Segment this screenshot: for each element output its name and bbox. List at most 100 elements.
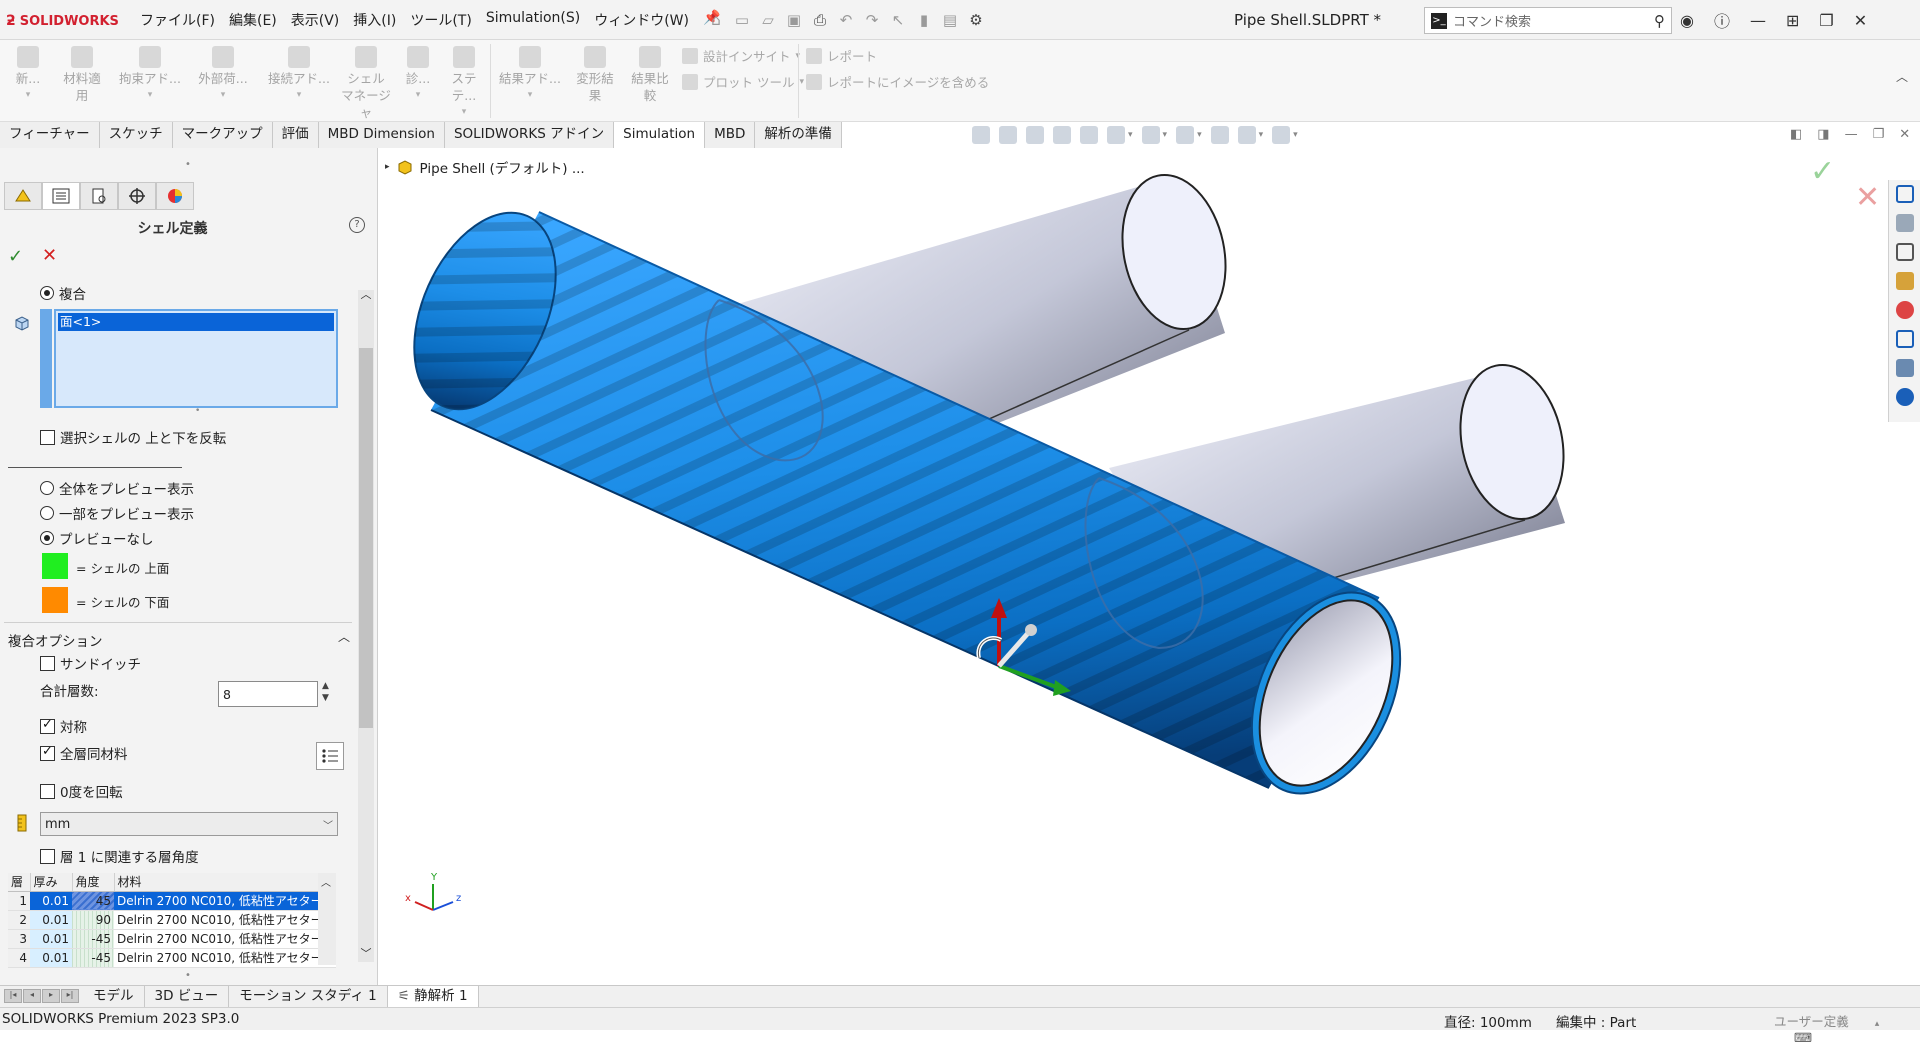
apply-material-button[interactable]: 材料適 用 bbox=[56, 46, 108, 104]
prev-tab-icon[interactable]: ◂ bbox=[23, 989, 41, 1003]
tile-windows-icon[interactable]: ⊞ bbox=[1786, 11, 1799, 30]
total-layers-spinner[interactable]: ▲ ▼ bbox=[322, 680, 329, 704]
user-account-icon[interactable]: ◉ bbox=[1680, 11, 1694, 30]
diagnostics-button[interactable]: 診... ▾ bbox=[398, 46, 438, 104]
external-loads-button[interactable]: 外部荷... ▾ bbox=[190, 46, 256, 104]
table-row[interactable]: 2 0.01 90 Delrin 2700 NC010, 低粘性アセタール bbox=[8, 910, 336, 930]
menu-simulation[interactable]: Simulation(S) bbox=[486, 10, 580, 30]
select-arrow-icon[interactable]: ↖ bbox=[888, 10, 908, 30]
window-right-icon[interactable]: ◨ bbox=[1817, 127, 1829, 142]
menu-view[interactable]: 表示(V) bbox=[291, 10, 340, 30]
view-settings-icon[interactable] bbox=[1272, 126, 1291, 144]
home-icon[interactable]: ⌂ bbox=[706, 10, 726, 30]
listbox-resize-grip[interactable]: • bbox=[195, 406, 200, 416]
angle-relative-checkbox[interactable]: 層 1 に関連する層角度 bbox=[40, 846, 199, 866]
tab-dimxpert[interactable] bbox=[118, 182, 156, 210]
next-tab-icon[interactable]: ▸ bbox=[42, 989, 60, 1003]
design-insight-button[interactable]: 設計インサイト▾ bbox=[682, 46, 800, 65]
search-icon[interactable]: ⚲ bbox=[1654, 12, 1665, 30]
tab-displaymanager[interactable] bbox=[156, 182, 194, 210]
3dexperience-icon[interactable] bbox=[1895, 388, 1914, 406]
tab-model[interactable]: モデル bbox=[83, 986, 145, 1007]
last-tab-icon[interactable]: ▸| bbox=[61, 989, 79, 1003]
section-view-icon[interactable] bbox=[1053, 126, 1071, 144]
hide-show-items-icon[interactable] bbox=[1176, 126, 1195, 144]
flip-shell-checkbox[interactable]: 選択シェルの 上と下を反転 bbox=[40, 427, 226, 447]
collapse-section-icon[interactable]: ︿ bbox=[338, 628, 350, 645]
composite-options-header[interactable]: 複合オプション bbox=[8, 630, 103, 650]
report-button[interactable]: レポート bbox=[806, 46, 877, 65]
tab-3d-view[interactable]: 3D ビュー bbox=[145, 986, 230, 1007]
doc-restore-button[interactable]: ❐ bbox=[1873, 127, 1885, 142]
view-palette-icon[interactable] bbox=[1895, 272, 1914, 290]
custom-properties-icon[interactable] bbox=[1895, 330, 1914, 348]
table-row[interactable]: 1 0.01 45 Delrin 2700 NC010, 低粘性アセタール bbox=[8, 891, 336, 911]
edit-appearance-icon[interactable] bbox=[1210, 126, 1229, 144]
tab-mbd-dimension[interactable]: MBD Dimension bbox=[318, 122, 445, 148]
close-button[interactable]: ✕ bbox=[1854, 11, 1867, 30]
new-study-button[interactable]: 新... ▾ bbox=[8, 46, 48, 104]
restore-button[interactable]: ❐ bbox=[1819, 11, 1833, 30]
tab-sketch[interactable]: スケッチ bbox=[99, 122, 173, 148]
material-list-button[interactable] bbox=[316, 742, 344, 770]
previous-view-icon[interactable] bbox=[1026, 126, 1044, 144]
scroll-up-icon[interactable]: ︿ bbox=[321, 874, 331, 889]
file-properties-icon[interactable]: ▤ bbox=[940, 10, 960, 30]
tab-mbd[interactable]: MBD bbox=[705, 122, 756, 148]
doc-minimize-button[interactable]: — bbox=[1845, 127, 1858, 142]
tab-propertymanager[interactable] bbox=[42, 182, 80, 210]
tab-analysis-prep[interactable]: 解析の準備 bbox=[755, 122, 842, 148]
fixtures-advisor-button[interactable]: 拘束アド... ▾ bbox=[112, 46, 188, 104]
display-style-icon[interactable] bbox=[1141, 126, 1160, 144]
scroll-up-icon[interactable]: ︿ bbox=[358, 286, 374, 302]
compare-results-button[interactable]: 結果比 較 bbox=[624, 46, 676, 104]
view-orientation-icon[interactable] bbox=[1107, 126, 1125, 144]
undo-icon[interactable]: ↶ bbox=[836, 10, 856, 30]
menu-tools[interactable]: ツール(T) bbox=[410, 10, 471, 30]
open-folder-icon[interactable]: ▱ bbox=[758, 10, 778, 30]
preview-partial-radio[interactable]: 一部をプレビュー表示 bbox=[40, 503, 194, 523]
tab-addins[interactable]: SOLIDWORKS アドイン bbox=[444, 122, 615, 148]
redo-icon[interactable]: ↷ bbox=[862, 10, 882, 30]
symmetric-checkbox[interactable]: 対称 bbox=[40, 716, 87, 736]
selected-face-item[interactable]: 面<1> bbox=[58, 313, 334, 331]
menu-window[interactable]: ウィンドウ(W) bbox=[594, 10, 689, 30]
options-gear-icon[interactable]: ⚙ bbox=[966, 10, 986, 30]
resources-icon[interactable] bbox=[1895, 214, 1914, 232]
zoom-to-area-icon[interactable] bbox=[999, 126, 1017, 144]
run-study-button[interactable]: ステテ... ▾ bbox=[440, 46, 488, 121]
same-material-checkbox[interactable]: 全層同材料 bbox=[40, 743, 128, 763]
shell-manager-button[interactable]: シェル マネージャ bbox=[338, 46, 394, 121]
plot-tools-button[interactable]: プロット ツール ▾ bbox=[682, 72, 804, 91]
panel-grip[interactable]: • bbox=[185, 970, 191, 981]
save-icon[interactable]: ▣ bbox=[784, 10, 804, 30]
results-advisor-button[interactable]: 結果アド... ▾ bbox=[494, 46, 566, 104]
tab-motion-study[interactable]: モーション スタディ 1 bbox=[229, 986, 388, 1007]
tab-features[interactable]: フィーチャー bbox=[0, 122, 100, 148]
doc-close-button[interactable]: ✕ bbox=[1899, 127, 1910, 142]
menu-file[interactable]: ファイル(F) bbox=[140, 10, 215, 30]
ok-button[interactable]: ✓ bbox=[8, 246, 23, 267]
panel-grip[interactable]: • bbox=[185, 159, 191, 170]
print-icon[interactable]: ⎙ bbox=[810, 10, 830, 30]
rebuild-icon[interactable]: ▮ bbox=[914, 10, 934, 30]
tab-static-study[interactable]: ⚟ 静解析 1 bbox=[387, 986, 479, 1007]
appearances-icon[interactable] bbox=[1895, 301, 1914, 319]
tab-evaluate[interactable]: 評価 bbox=[272, 122, 319, 148]
window-left-icon[interactable]: ◧ bbox=[1790, 127, 1802, 142]
solidworks-logo[interactable]: ƻ SOLIDWORKS bbox=[6, 10, 119, 32]
cancel-button[interactable]: ✕ bbox=[42, 245, 57, 266]
tab-markup[interactable]: マークアップ bbox=[172, 122, 273, 148]
connections-advisor-button[interactable]: 接続アド... ▾ bbox=[262, 46, 336, 104]
help-icon[interactable]: ⓘ bbox=[1714, 8, 1730, 32]
minimize-button[interactable]: — bbox=[1750, 11, 1766, 30]
first-tab-icon[interactable]: |◂ bbox=[4, 989, 22, 1003]
preview-all-radio[interactable]: 全体をプレビュー表示 bbox=[40, 478, 194, 498]
panel-scrollbar-thumb[interactable] bbox=[359, 348, 373, 728]
zoom-to-fit-icon[interactable] bbox=[972, 126, 990, 144]
composite-radio[interactable]: 複合 bbox=[40, 283, 86, 303]
scroll-down-icon[interactable]: ﹀ bbox=[358, 945, 374, 961]
menu-insert[interactable]: 挿入(I) bbox=[353, 10, 396, 30]
table-row[interactable]: 3 0.01 -45 Delrin 2700 NC010, 低粘性アセタール bbox=[8, 929, 336, 949]
unit-system[interactable]: ユーザー定義 ▴ ⌨ bbox=[1774, 1011, 1920, 1045]
